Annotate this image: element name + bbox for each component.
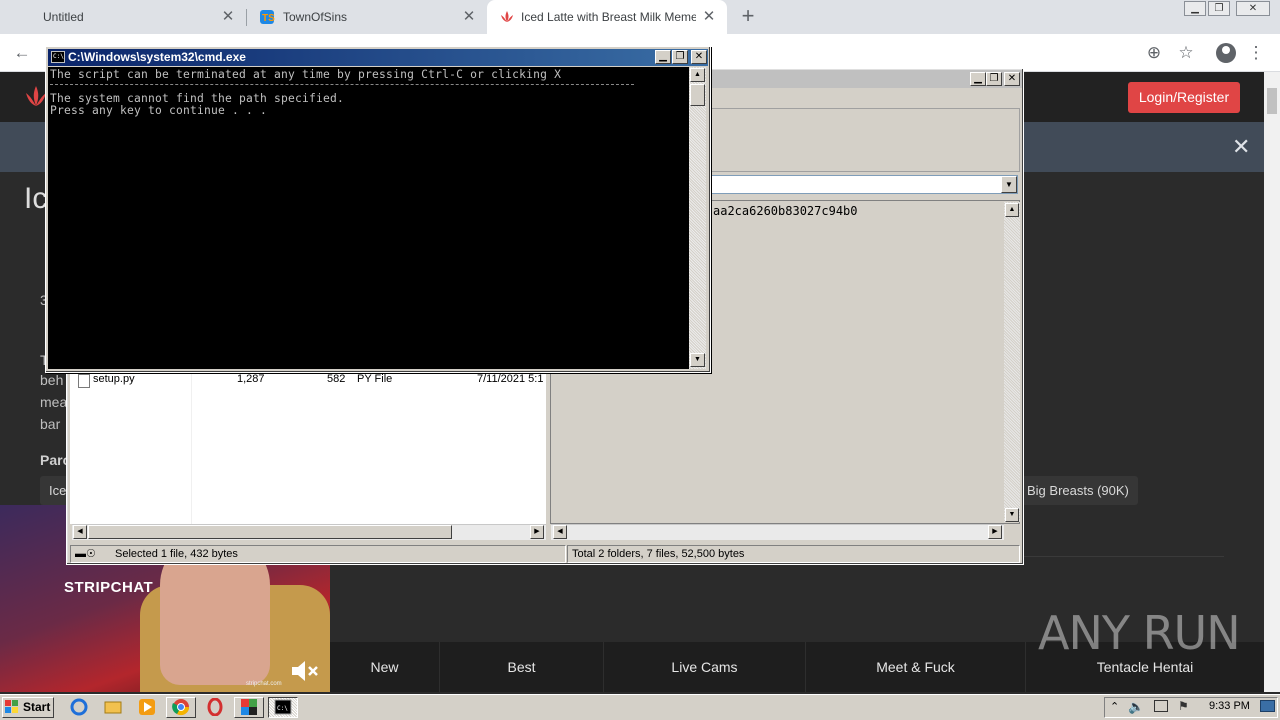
- start-label: Start: [23, 700, 51, 714]
- file-size: 1,287: [237, 373, 265, 385]
- window-restore-button[interactable]: ❐: [1208, 1, 1230, 16]
- browser-tab-strip: Untitled ✕ TS TownOfSins ✕ Iced Latte wi…: [0, 0, 1280, 34]
- cmd-output-line: The script can be terminated at any time…: [50, 68, 562, 81]
- tab-close-icon[interactable]: ✕: [220, 9, 236, 25]
- tab-label: Iced Latte with Breast Milk Meme | Li: [521, 10, 696, 24]
- install-app-icon[interactable]: ⊕: [1144, 43, 1164, 63]
- cmd-icon: C:\: [274, 699, 292, 715]
- fm-minimize-button[interactable]: ▁: [970, 72, 986, 86]
- scroll-right-icon[interactable]: ▶: [530, 525, 544, 539]
- fm-name-column: [70, 368, 192, 524]
- taskbar-clock[interactable]: 9:33 PM: [1209, 700, 1250, 712]
- windows-flag-icon: [5, 700, 18, 713]
- page-title: Ic: [24, 182, 48, 215]
- fm-preview-hscrollbar[interactable]: [551, 524, 1004, 540]
- cmd-separator: [50, 84, 634, 85]
- fm-close-button[interactable]: ✕: [1004, 72, 1020, 86]
- ad-brand-logo: STRIPCHAT: [64, 579, 154, 596]
- cmd-maximize-button[interactable]: ❐: [672, 50, 688, 64]
- description-text: mea: [40, 394, 68, 410]
- cmd-minimize-button[interactable]: ▁: [655, 50, 671, 64]
- opera-icon[interactable]: [206, 698, 224, 716]
- banner-close-icon[interactable]: ✕: [1232, 136, 1250, 158]
- page-scrollbar-thumb[interactable]: [1267, 88, 1277, 114]
- bookmark-star-icon[interactable]: ☆: [1176, 43, 1196, 63]
- scroll-right-icon[interactable]: ▶: [988, 525, 1002, 539]
- page-scrollbar[interactable]: [1264, 72, 1280, 692]
- scroll-down-icon[interactable]: ▼: [690, 353, 705, 367]
- cmd-scroll-thumb[interactable]: [690, 84, 705, 106]
- python-file-icon: [78, 374, 90, 388]
- new-tab-button[interactable]: +: [738, 5, 758, 27]
- chevron-down-icon[interactable]: ▼: [1001, 176, 1017, 193]
- fm-toolbar: [710, 108, 1020, 172]
- window-minimize-button[interactable]: ▁: [1184, 1, 1206, 16]
- tray-expand-icon[interactable]: ⌃: [1110, 700, 1119, 713]
- svg-text:C:\: C:\: [277, 705, 288, 712]
- chrome-icon: [172, 699, 190, 716]
- fm-preview-text: aa2ca6260b83027c94b0: [713, 204, 858, 218]
- nav-live-cams[interactable]: Live Cams: [604, 642, 806, 692]
- login-register-button[interactable]: Login/Register: [1128, 82, 1240, 113]
- svg-text:TS: TS: [262, 13, 275, 24]
- townofsins-favicon-icon: TS: [260, 10, 275, 24]
- description-text: beh: [40, 372, 64, 388]
- ad-caption: stripchat.com: [246, 681, 282, 687]
- fm-preview-scrollbar[interactable]: [1004, 202, 1020, 522]
- tab-close-icon[interactable]: ✕: [461, 9, 477, 25]
- fm-maximize-button[interactable]: ❐: [986, 72, 1002, 86]
- window-close-button[interactable]: ✕: [1236, 1, 1270, 16]
- cmd-scrollbar[interactable]: [689, 67, 706, 369]
- scroll-left-icon[interactable]: ◀: [553, 525, 567, 539]
- profile-avatar-icon[interactable]: [1216, 43, 1236, 63]
- tab-close-icon[interactable]: ✕: [701, 9, 717, 25]
- tag-chip[interactable]: Big Breasts (90K): [1018, 476, 1138, 505]
- fm-address-bar[interactable]: [710, 175, 1018, 194]
- drive-icon: ▬☉: [75, 548, 96, 560]
- back-arrow-icon[interactable]: ←: [12, 43, 32, 63]
- description-text: bar: [40, 416, 61, 432]
- internet-explorer-icon[interactable]: [70, 698, 88, 716]
- cmd-app-icon: C:\: [51, 51, 65, 63]
- network-icon[interactable]: [1154, 700, 1168, 712]
- cmd-window-title: C:\Windows\system32\cmd.exe: [68, 50, 246, 64]
- mute-icon[interactable]: [288, 655, 320, 687]
- status-selected-text: Selected 1 file, 432 bytes: [115, 548, 238, 560]
- show-desktop-icon[interactable]: [1260, 700, 1275, 712]
- folder-icon[interactable]: [104, 698, 122, 716]
- cmd-output-line: Press any key to continue . . .: [50, 104, 268, 117]
- fm-status-right: Total 2 folders, 7 files, 52,500 bytes: [567, 545, 1020, 563]
- tab-iced-latte[interactable]: Iced Latte with Breast Milk Meme | Li ✕: [487, 0, 727, 34]
- action-center-flag-icon[interactable]: ⚑: [1178, 699, 1189, 713]
- scroll-up-icon[interactable]: ▲: [1005, 203, 1019, 217]
- file-name[interactable]: setup.py: [93, 373, 135, 385]
- scroll-down-icon[interactable]: ▼: [1005, 508, 1019, 522]
- fm-status-left: ▬☉ Selected 1 file, 432 bytes: [70, 545, 566, 563]
- media-player-icon[interactable]: [138, 698, 156, 716]
- tab-untitled[interactable]: Untitled ✕: [0, 0, 246, 34]
- nav-meet-fuck[interactable]: Meet & Fuck: [806, 642, 1026, 692]
- file-modified: 7/11/2021 5:1: [477, 373, 544, 385]
- status-total-text: Total 2 folders, 7 files, 52,500 bytes: [572, 548, 745, 560]
- scroll-left-icon[interactable]: ◀: [73, 525, 87, 539]
- volume-icon[interactable]: 🔈: [1128, 699, 1144, 715]
- lotus-favicon-icon: [501, 11, 513, 22]
- nav-best[interactable]: Best: [440, 642, 604, 692]
- fm-list-hscroll-thumb[interactable]: [88, 525, 452, 539]
- tab-label: TownOfSins: [283, 10, 348, 24]
- anyrun-watermark: ANY RUN: [1038, 606, 1241, 660]
- file-type: PY File: [357, 373, 393, 385]
- tab-label: Untitled: [43, 10, 84, 24]
- file-packed-size: 582: [327, 373, 346, 385]
- menu-kebab-icon[interactable]: ⋮: [1246, 43, 1266, 63]
- cmd-close-button[interactable]: ✕: [691, 50, 707, 64]
- nav-new[interactable]: New: [330, 642, 440, 692]
- tab-townofsins[interactable]: TS TownOfSins ✕: [247, 0, 487, 34]
- archive-icon: [241, 699, 257, 715]
- scroll-up-icon[interactable]: ▲: [690, 68, 705, 82]
